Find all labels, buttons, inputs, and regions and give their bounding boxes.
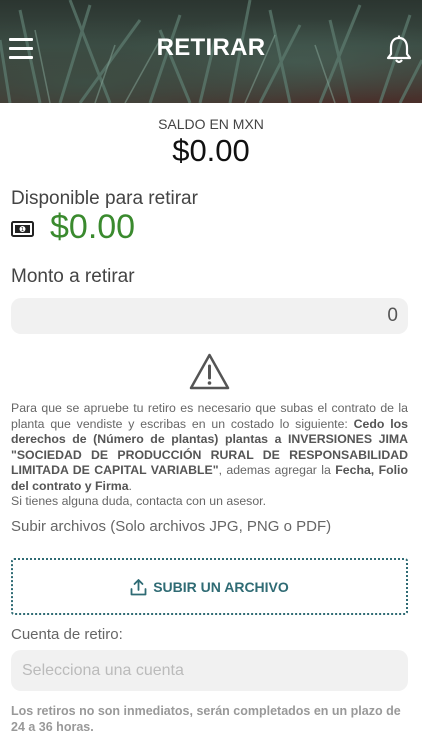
cash-icon: 1 <box>11 221 34 237</box>
upload-button-label: SUBIR UN ARCHIVO <box>153 578 289 595</box>
account-select[interactable]: Selecciona una cuenta <box>11 650 408 691</box>
notice-intro: Para que se apruebe tu retiro es necesar… <box>11 401 408 431</box>
available-value: $0.00 <box>50 208 136 246</box>
upload-icon <box>130 578 147 595</box>
processing-time-note: Los retiros no son inmediatos, serán com… <box>11 704 401 734</box>
upload-label: Subir archivos (Solo archivos JPG, PNG o… <box>11 518 332 535</box>
amount-label: Monto a retirar <box>11 266 135 287</box>
svg-text:1: 1 <box>21 227 24 233</box>
warning-icon <box>189 353 230 390</box>
amount-input[interactable]: 0 <box>11 298 408 334</box>
balance-value: $0.00 <box>172 133 250 168</box>
notice-mid: , ademas agregar la <box>218 463 336 477</box>
upload-file-button[interactable]: SUBIR UN ARCHIVO <box>11 558 408 615</box>
bell-icon[interactable] <box>385 35 413 65</box>
page-title: RETIRAR <box>156 34 266 61</box>
account-label: Cuenta de retiro: <box>11 626 123 643</box>
balance-label: SALDO EN MXN <box>158 116 264 132</box>
available-label: Disponible para retirar <box>11 188 198 209</box>
notice-help: Si tienes alguna duda, contacta con un a… <box>11 494 266 508</box>
notice-end: . <box>128 478 132 493</box>
withdrawal-requirements-notice: Para que se apruebe tu retiro es necesar… <box>11 401 408 510</box>
header-banner: RETIRAR <box>0 0 422 103</box>
